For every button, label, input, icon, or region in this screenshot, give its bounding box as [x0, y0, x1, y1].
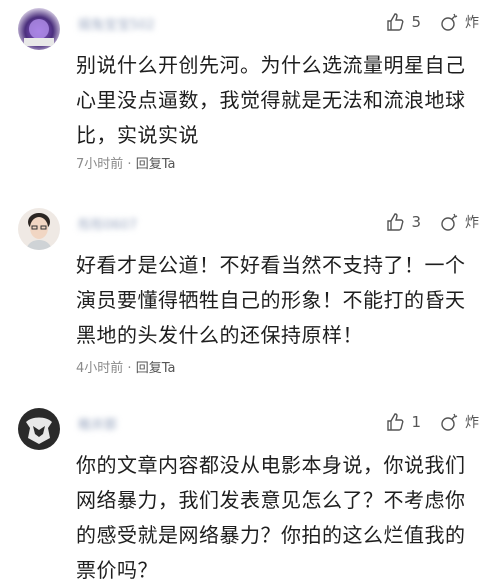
- avatar-image: [26, 213, 52, 250]
- bomb-icon[interactable]: [439, 412, 459, 432]
- comment-text: 好看才是公道！不好看当然不支持了！一个演员要懂得牺牲自己的形象！不能打的昏天黑地…: [76, 253, 466, 347]
- avatar[interactable]: [18, 408, 60, 450]
- bomb-icon[interactable]: [439, 212, 459, 232]
- thumbs-up-icon[interactable]: [385, 212, 405, 232]
- like-count: 5: [411, 13, 421, 31]
- comment-text: 别说什么开创先河。为什么选流量明星自己心里没点逼数，我觉得就是无法和流浪地球比，…: [76, 53, 466, 147]
- username[interactable]: 摇兔宝宝502: [78, 14, 178, 33]
- meta-separator: ·: [127, 361, 132, 376]
- comment-meta: 7小时前 · 回复Ta: [76, 153, 175, 172]
- comment-1: 摇兔宝宝502 5 炸 别说什么开创先河。为什么选流量明星自己心里没点逼数，我觉…: [0, 8, 499, 183]
- reply-link[interactable]: 回复Ta: [136, 157, 176, 172]
- comment-text: 你的文章内容都没从电影本身说，你说我们网络暴力，我们发表意见怎么了？不考虑你的感…: [76, 453, 466, 582]
- avatar-image: [26, 417, 52, 444]
- username[interactable]: 彤彤0607: [78, 214, 178, 233]
- reply-link[interactable]: 回复Ta: [136, 361, 176, 376]
- thumbs-up-icon[interactable]: [385, 412, 405, 432]
- comment-actions: 3 炸: [385, 212, 479, 232]
- comment-meta: 4小时前 · 回复Ta: [76, 357, 175, 376]
- comment-actions: 5 炸: [385, 12, 479, 32]
- like-count: 1: [411, 413, 421, 431]
- avatar[interactable]: [18, 8, 60, 50]
- bomb-icon[interactable]: [439, 12, 459, 32]
- timestamp: 7小时前: [76, 157, 124, 172]
- like-count: 3: [411, 213, 421, 231]
- comment-actions: 1 炸: [385, 412, 479, 432]
- avatar[interactable]: [18, 208, 60, 250]
- comment-2: 彤彤0607 3 炸 好看才是公道！不好看当然不支持了！一个演员要懂得牺牲自己的…: [0, 208, 499, 383]
- timestamp: 4小时前: [76, 361, 124, 376]
- bomb-label[interactable]: 炸: [465, 12, 479, 32]
- username[interactable]: 稚井那: [78, 414, 178, 433]
- bomb-label[interactable]: 炸: [465, 412, 479, 432]
- avatar-image: [24, 19, 54, 46]
- meta-separator: ·: [127, 157, 132, 172]
- comment-3: 稚井那 1 炸 你的文章内容都没从电影本身说，你说我们网络暴力，我们发表意见怎么…: [0, 408, 499, 582]
- bomb-label[interactable]: 炸: [465, 212, 479, 232]
- thumbs-up-icon[interactable]: [385, 12, 405, 32]
